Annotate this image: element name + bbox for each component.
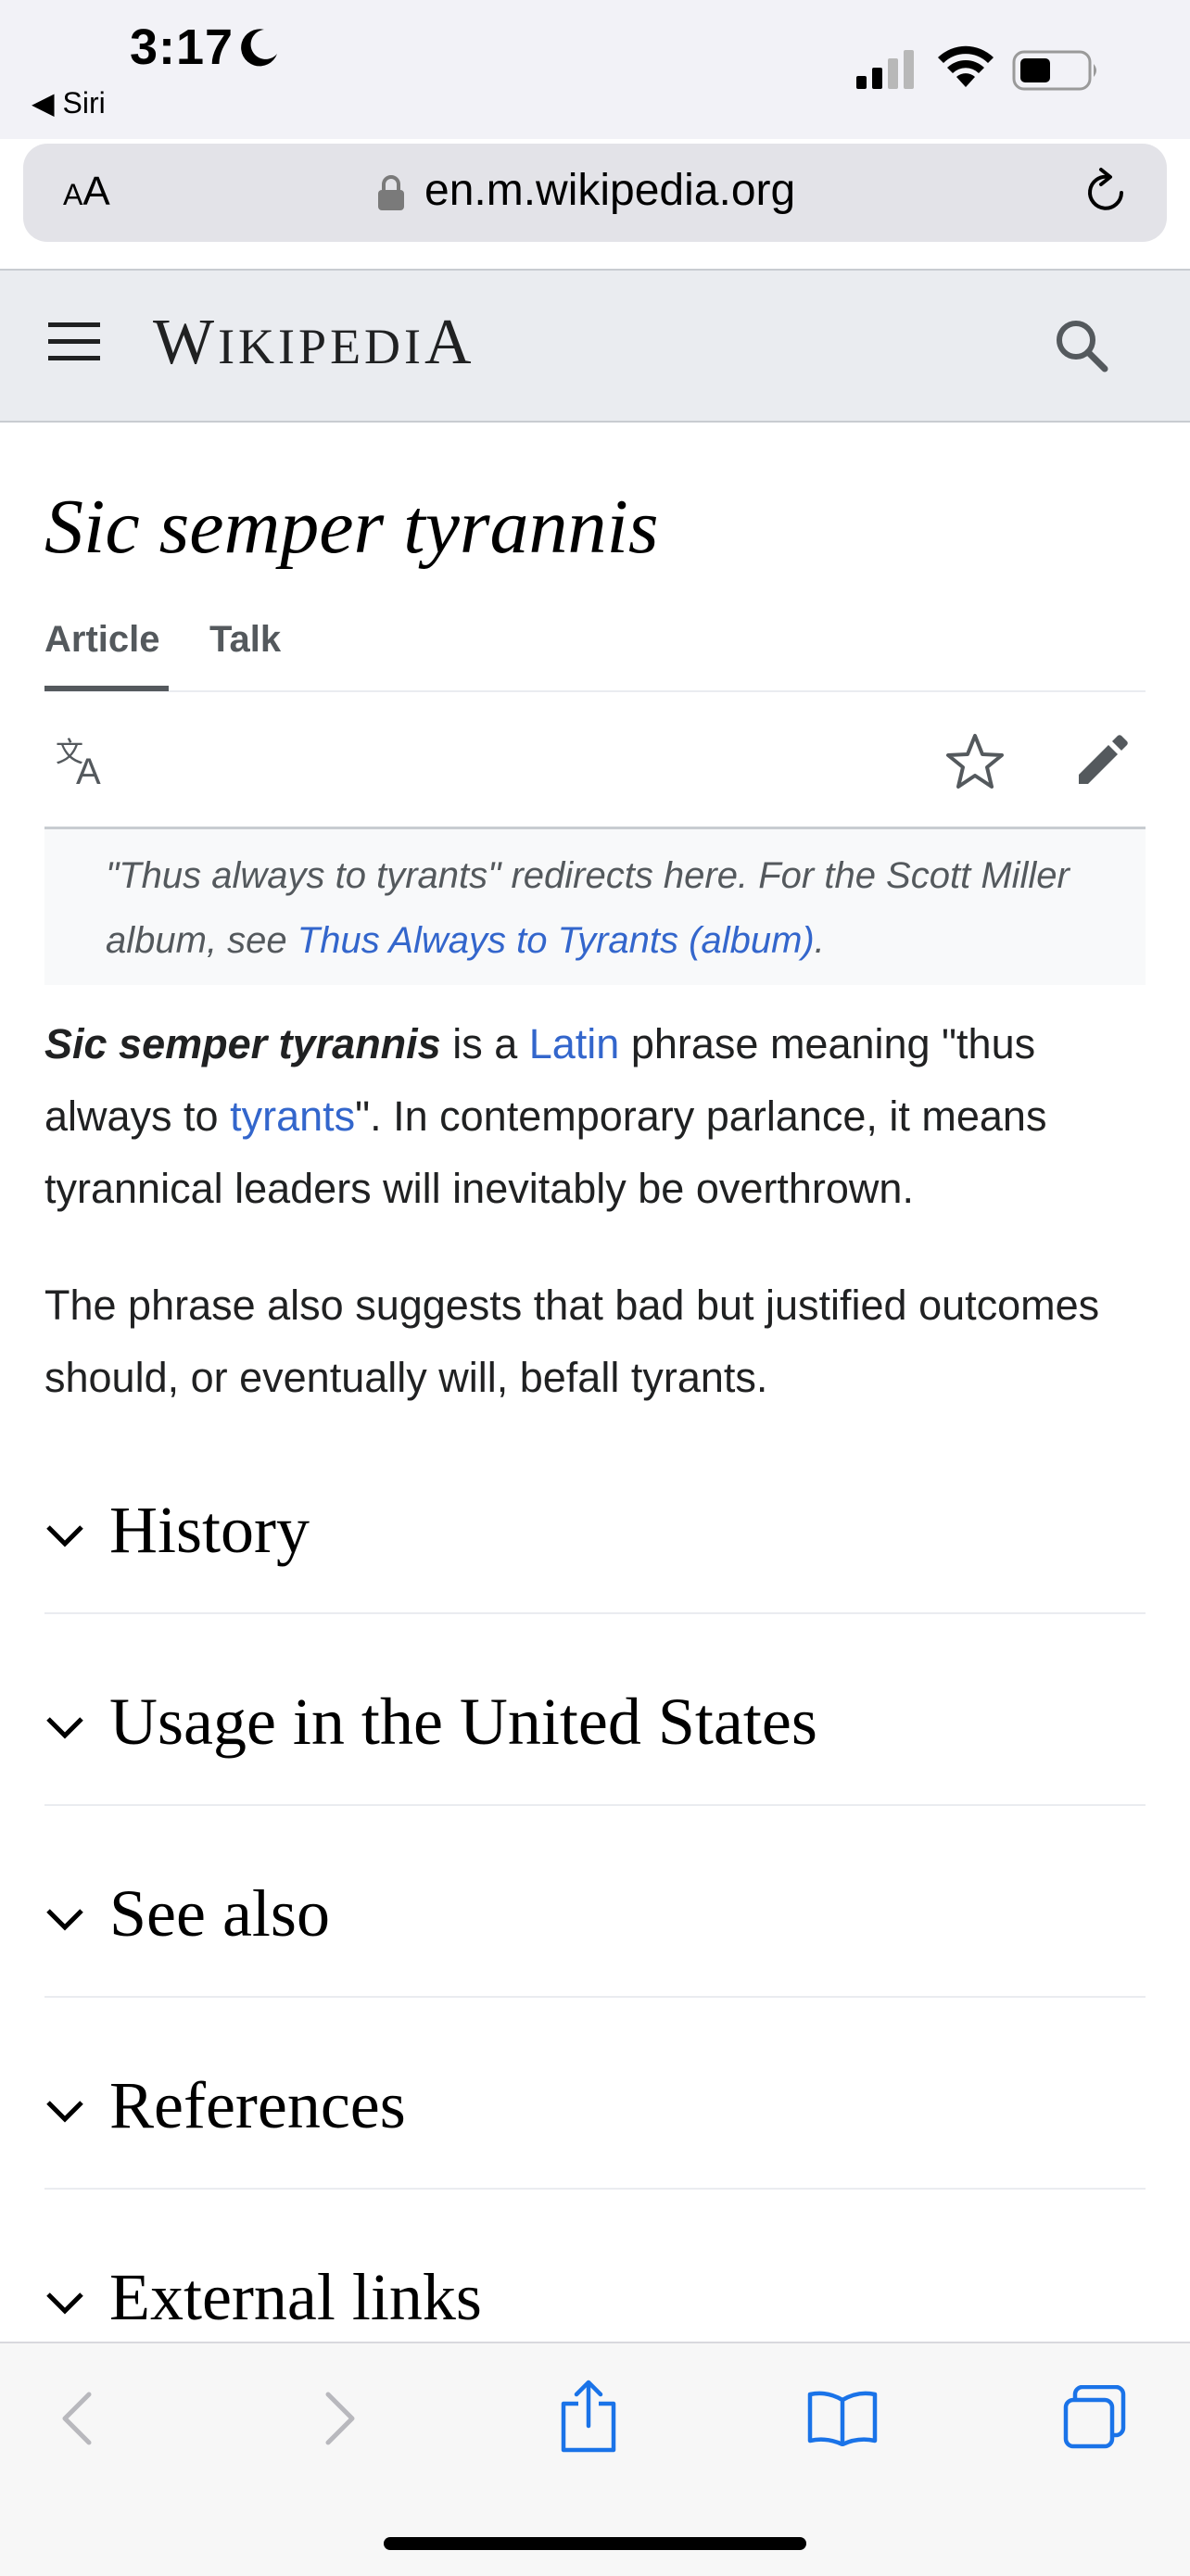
text-size-large-a: A xyxy=(82,169,110,214)
page-title: Sic semper tyrannis xyxy=(44,484,659,570)
bookmarks-icon[interactable] xyxy=(806,2389,879,2451)
section-divider xyxy=(44,2188,1146,2190)
back-app-label: Siri xyxy=(62,86,106,120)
battery-icon xyxy=(1012,50,1101,95)
back-to-app-link[interactable]: ◀ Siri xyxy=(32,85,106,120)
tab-talk[interactable]: Talk xyxy=(209,619,281,661)
section-usage-us[interactable]: Usage in the United States xyxy=(44,1685,1146,1883)
second-paragraph: The phrase also suggests that bad but ju… xyxy=(44,1282,1100,1401)
tabs-divider xyxy=(44,690,1146,692)
chevron-down-icon xyxy=(44,2289,85,2321)
section-external-links[interactable]: External links xyxy=(44,2268,1146,2342)
hatnote-text: "Thus always to tyrants" redirects here.… xyxy=(106,843,1107,973)
intro-paragraph: Sic semper tyrannis is a Latin phrase me… xyxy=(44,1008,1157,1225)
back-arrow-icon[interactable] xyxy=(59,2391,96,2451)
tyrants-link[interactable]: tyrants xyxy=(230,1092,355,1140)
svg-text:A: A xyxy=(76,751,101,788)
lock-icon xyxy=(376,174,406,216)
text-size-small-a: A xyxy=(63,178,83,211)
language-icon[interactable]: 文 A xyxy=(54,734,113,792)
active-tab-indicator xyxy=(44,686,169,691)
chevron-down-icon xyxy=(44,1522,85,1554)
chevron-down-icon xyxy=(44,2097,85,2129)
section-see-also[interactable]: See also xyxy=(44,1876,1146,2075)
chevron-down-icon xyxy=(44,1905,85,1938)
section-divider xyxy=(44,1804,1146,1806)
wikipedia-wordmark[interactable]: WIKIPEDIA xyxy=(153,306,475,380)
hamburger-menu-icon[interactable] xyxy=(46,319,104,370)
wifi-icon xyxy=(936,44,995,95)
cellular-signal-icon xyxy=(855,48,919,95)
wordmark-middle: IKIPEDI xyxy=(218,319,425,374)
share-icon[interactable] xyxy=(558,2380,619,2458)
url-text[interactable]: en.m.wikipedia.org xyxy=(424,165,795,216)
hatnote-suffix: . xyxy=(814,920,825,961)
text-size-button[interactable]: AA xyxy=(63,169,110,215)
watch-star-icon[interactable] xyxy=(945,732,1005,796)
moon-icon xyxy=(236,26,281,75)
chevron-down-icon xyxy=(44,1713,85,1746)
home-indicator[interactable] xyxy=(384,2537,806,2550)
section-heading: History xyxy=(109,1493,310,1567)
search-icon[interactable] xyxy=(1053,317,1110,379)
section-heading: External links xyxy=(109,2268,482,2334)
section-references[interactable]: References xyxy=(44,2068,1146,2267)
section-divider xyxy=(44,1612,1146,1614)
section-divider xyxy=(44,1996,1146,1998)
tab-article[interactable]: Article xyxy=(44,619,160,661)
para1-text-1: is a xyxy=(440,1020,529,1067)
hatnote-album-link[interactable]: Thus Always to Tyrants (album) xyxy=(298,920,815,961)
back-triangle-icon: ◀ xyxy=(32,86,55,120)
reload-icon[interactable] xyxy=(1082,165,1131,221)
edit-pencil-icon[interactable] xyxy=(1075,732,1131,792)
tabs-icon[interactable] xyxy=(1062,2384,1127,2455)
latin-link[interactable]: Latin xyxy=(529,1020,620,1067)
section-history[interactable]: History xyxy=(44,1493,1146,1691)
wordmark-initial: W xyxy=(153,307,219,378)
section-heading: References xyxy=(109,2068,406,2142)
forward-arrow-icon[interactable] xyxy=(321,2391,358,2451)
section-heading: Usage in the United States xyxy=(109,1685,817,1759)
status-time: 3:17 xyxy=(130,19,234,75)
section-heading: See also xyxy=(109,1876,330,1951)
wordmark-final: A xyxy=(424,307,475,378)
subject-bold: Sic semper tyrannis xyxy=(44,1020,441,1067)
